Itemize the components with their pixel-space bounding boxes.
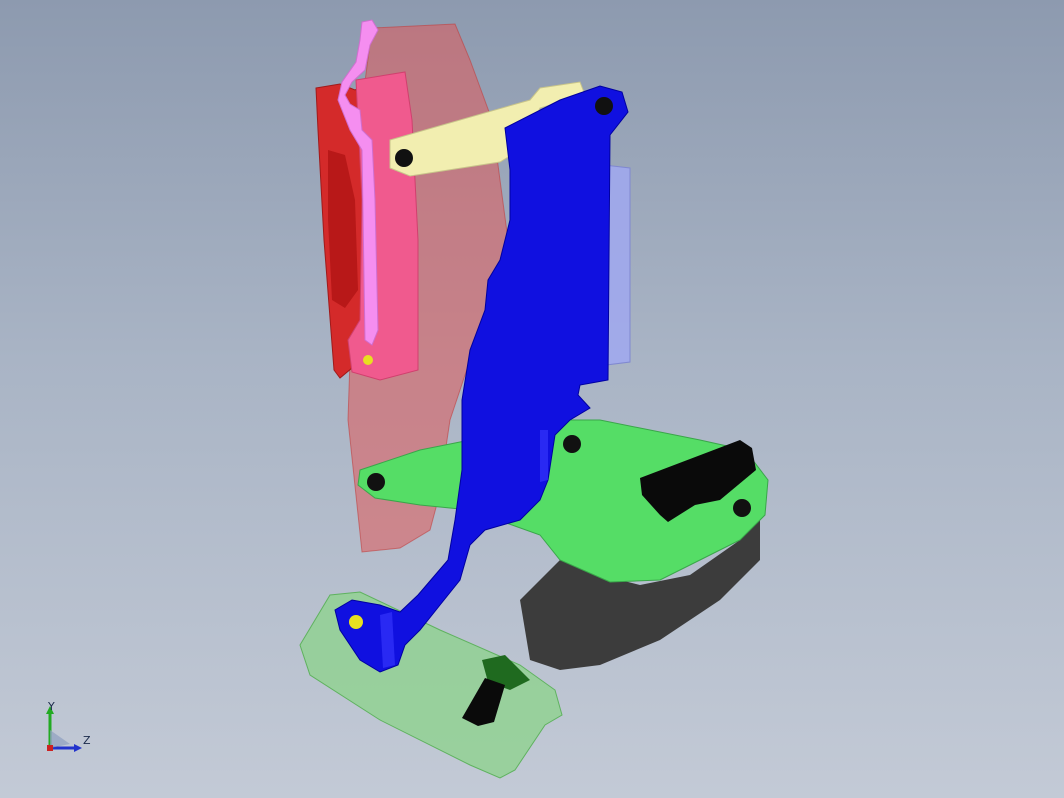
cad-3d-viewport[interactable] (0, 0, 1064, 798)
z-axis-label: Z (83, 734, 91, 747)
pivot-pin[interactable] (733, 499, 751, 517)
pivot-pin[interactable] (563, 435, 581, 453)
coordinate-triad: Y Z (40, 700, 100, 758)
yellow-pin[interactable] (349, 615, 363, 629)
pivot-pin[interactable] (367, 473, 385, 491)
y-axis-label: Y (48, 700, 55, 713)
yellow-pin[interactable] (363, 355, 373, 365)
pivot-pin[interactable] (395, 149, 413, 167)
pivot-pin[interactable] (595, 97, 613, 115)
